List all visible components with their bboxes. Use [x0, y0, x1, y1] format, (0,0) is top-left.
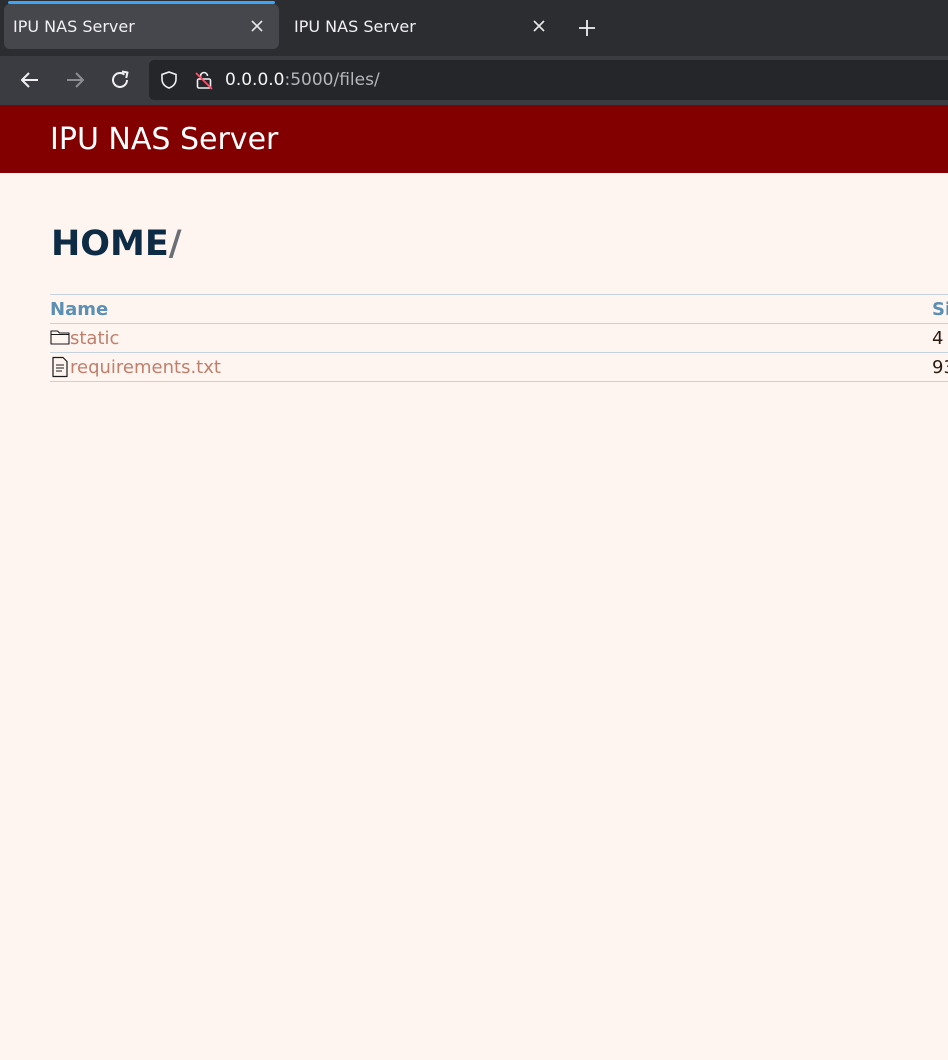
column-header-size[interactable]: Si: [932, 294, 948, 324]
new-tab-icon[interactable]: [576, 17, 598, 39]
reload-icon[interactable]: [108, 68, 132, 92]
navigation-toolbar: 0.0.0.0:5000/files/: [0, 56, 948, 105]
url-bar[interactable]: 0.0.0.0:5000/files/: [149, 60, 948, 100]
folder-link[interactable]: static: [70, 328, 119, 349]
tab-title: IPU NAS Server: [294, 17, 416, 36]
url-host: 0.0.0.0: [225, 70, 285, 90]
site-title: IPU NAS Server: [50, 122, 279, 157]
table-header-row: Name Si: [50, 294, 948, 324]
breadcrumb: HOME/: [51, 224, 182, 264]
size-cell: 93: [932, 352, 948, 382]
size-cell: 4: [932, 323, 948, 353]
shield-icon[interactable]: [159, 70, 179, 90]
name-cell: static: [50, 323, 932, 353]
file-link[interactable]: requirements.txt: [70, 357, 221, 378]
tab-ipu-nas-server[interactable]: IPU NAS Server: [286, 4, 561, 49]
forward-arrow-icon[interactable]: [63, 68, 87, 92]
table-row: static 4: [50, 323, 948, 353]
file-text-icon: [52, 356, 68, 378]
url-path: :5000/files/: [284, 70, 380, 90]
browser-tab-strip: IPU NAS Server IPU NAS Server: [0, 0, 948, 56]
breadcrumb-separator: /: [168, 224, 182, 264]
column-header-name[interactable]: Name: [50, 294, 932, 324]
table-row: requirements.txt 93: [50, 352, 948, 382]
close-icon[interactable]: [247, 16, 267, 36]
site-header: IPU NAS Server: [0, 105, 948, 173]
url-text[interactable]: 0.0.0.0:5000/files/: [225, 70, 380, 90]
breadcrumb-home-link[interactable]: HOME: [51, 224, 169, 264]
tab-title: IPU NAS Server: [13, 17, 135, 36]
tab-ipu-nas-server-active[interactable]: IPU NAS Server: [4, 1, 279, 49]
insecure-lock-icon[interactable]: [194, 70, 214, 90]
folder-icon: [50, 330, 70, 345]
name-cell: requirements.txt: [50, 352, 932, 382]
close-icon[interactable]: [529, 16, 549, 36]
file-listing-table: Name Si static 4: [50, 294, 948, 382]
back-arrow-icon[interactable]: [18, 68, 42, 92]
